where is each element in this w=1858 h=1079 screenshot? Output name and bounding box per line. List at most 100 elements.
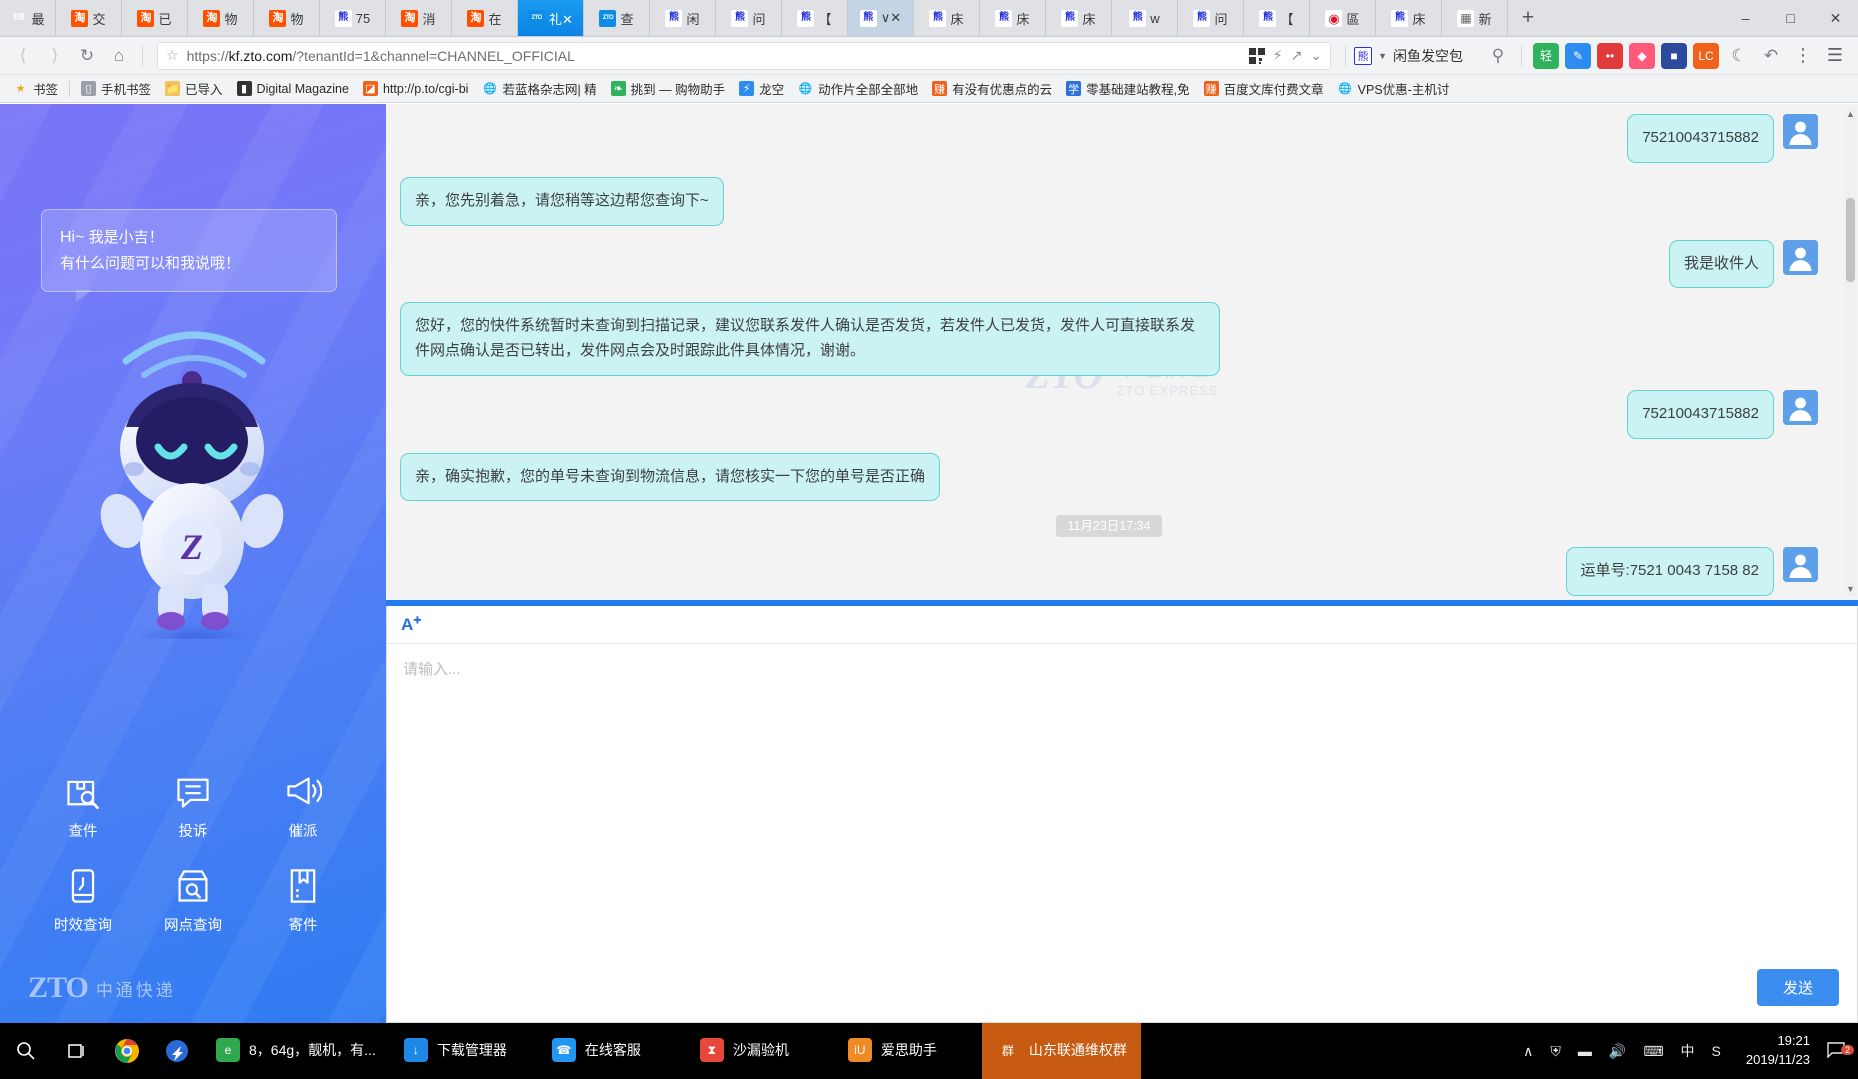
- navy-extension[interactable]: ■: [1661, 42, 1687, 69]
- new-tab-button[interactable]: +: [1508, 0, 1548, 36]
- quick-action-5[interactable]: 寄件: [284, 867, 322, 935]
- taskbar-task-0[interactable]: e 8，64g，靓机，有...: [202, 1023, 390, 1079]
- browser-tab-8[interactable]: 礼✕: [518, 0, 584, 36]
- quick-action-3[interactable]: 时效查询: [54, 867, 112, 935]
- taskbar-task-4[interactable]: iU 爱思助手: [834, 1023, 982, 1079]
- more-vertical-icon[interactable]: ⋮: [1788, 41, 1818, 71]
- chat-scroll-region[interactable]: ZTO 中通快递 ZTO EXPRESS 75210043715882亲，您先别…: [386, 104, 1858, 606]
- browser-tab-21[interactable]: 床: [1376, 0, 1442, 36]
- share-icon[interactable]: ↗: [1291, 47, 1303, 64]
- bookmark-item-2[interactable]: 📁 已导入: [158, 77, 230, 100]
- taskbar-task-3[interactable]: ⧗ 沙漏验机: [686, 1023, 834, 1079]
- blue-pen-extension[interactable]: ✎: [1565, 42, 1591, 69]
- profile-chip[interactable]: 熊 ▼ 闲鱼发空包: [1354, 46, 1463, 66]
- chat-scrollbar[interactable]: ▲ ▼: [1845, 108, 1856, 596]
- taskbar-task-2[interactable]: ☎ 在线客服: [538, 1023, 686, 1079]
- hamburger-menu-icon[interactable]: ☰: [1820, 41, 1850, 71]
- browser-tab-22[interactable]: 新: [1442, 0, 1508, 36]
- browser-tab-19[interactable]: 【: [1244, 0, 1310, 36]
- chevron-down-icon[interactable]: ⌄: [1310, 47, 1322, 64]
- browser-tab-2[interactable]: 已: [122, 0, 188, 36]
- sogou-icon[interactable]: S: [1705, 1043, 1728, 1059]
- browser-tab-17[interactable]: w: [1112, 0, 1178, 36]
- lc-extension[interactable]: LC: [1693, 42, 1719, 69]
- shield-icon[interactable]: ⛨: [1543, 1043, 1568, 1060]
- quick-action-2[interactable]: 催派: [284, 773, 323, 841]
- reload-icon[interactable]: ↻: [72, 41, 102, 71]
- send-button[interactable]: 发送: [1756, 969, 1839, 1006]
- bookmark-label: http://p.to/cgi-bi: [382, 81, 469, 96]
- quick-action-4[interactable]: 网点查询: [164, 867, 222, 935]
- browser-tab-3[interactable]: 物: [188, 0, 254, 36]
- browser-tab-20[interactable]: 區: [1310, 0, 1376, 36]
- browser-tab-6[interactable]: 消: [386, 0, 452, 36]
- browser-tab-14[interactable]: 床: [914, 0, 980, 36]
- browser-tab-18[interactable]: 问: [1178, 0, 1244, 36]
- volume-icon[interactable]: 🔊: [1602, 1043, 1633, 1060]
- qing-extension[interactable]: 轻: [1533, 42, 1559, 69]
- browser-tab-13[interactable]: ∨✕: [848, 0, 914, 36]
- window-maximize-button[interactable]: □: [1768, 0, 1813, 37]
- start-search-icon[interactable]: [0, 1023, 52, 1079]
- taskbar-task-1[interactable]: ↓ 下载管理器: [390, 1023, 538, 1079]
- task-view-icon[interactable]: [52, 1023, 102, 1079]
- qrcode-icon[interactable]: [1248, 47, 1265, 64]
- bookmark-item-7[interactable]: ⚡ 龙空: [732, 77, 791, 100]
- bookmark-item-0[interactable]: ★ 书签: [6, 77, 65, 100]
- window-close-button[interactable]: ✕: [1813, 0, 1858, 37]
- browser-tab-7[interactable]: 在: [452, 0, 518, 36]
- quick-action-1[interactable]: 投诉: [174, 773, 212, 841]
- bookmark-item-8[interactable]: 🌐 动作片全部全部地: [791, 77, 925, 100]
- taskbar-task-5[interactable]: 群山东联通维权群: [981, 1023, 1141, 1079]
- bookmark-item-5[interactable]: 🌐 若蓝格杂志网| 精: [475, 77, 603, 100]
- scroll-down-button[interactable]: ▼: [1845, 583, 1856, 596]
- browser-tab-12[interactable]: 【: [782, 0, 848, 36]
- browser-tab-label: 【: [818, 11, 832, 27]
- ime-chinese-icon[interactable]: 中: [1674, 1041, 1702, 1061]
- font-format-icon[interactable]: A✚: [401, 615, 422, 635]
- baidu-icon: [995, 9, 1013, 27]
- browser-tab-11[interactable]: 问: [716, 0, 782, 36]
- back-arrow-icon[interactable]: ⟨: [8, 41, 38, 71]
- thunder-icon[interactable]: [152, 1023, 202, 1079]
- browser-tab-4[interactable]: 物: [254, 0, 320, 36]
- browser-tab-5[interactable]: 75: [320, 0, 386, 36]
- red-dots-extension[interactable]: ••: [1597, 42, 1623, 69]
- notification-icon[interactable]: 2: [1820, 1040, 1858, 1063]
- browser-tab-15[interactable]: 床: [980, 0, 1046, 36]
- quick-action-0[interactable]: 查件: [64, 773, 102, 841]
- search-icon[interactable]: ⚲: [1483, 41, 1513, 71]
- moon-icon[interactable]: ☾: [1724, 41, 1754, 71]
- bookmark-item-1[interactable]: ▯ 手机书签: [74, 77, 158, 100]
- browser-tab-1[interactable]: 交: [56, 0, 122, 36]
- bookmark-item-4[interactable]: ◪ http://p.to/cgi-bi: [356, 79, 475, 98]
- home-icon[interactable]: ⌂: [104, 41, 134, 71]
- leaf-icon: ❧: [610, 81, 626, 96]
- chevron-up-icon[interactable]: ∧: [1516, 1043, 1540, 1060]
- bookmark-item-6[interactable]: ❧ 挑到 — 购物助手: [604, 77, 732, 100]
- taskbar-clock[interactable]: 19:21 2019/11/23: [1736, 1032, 1820, 1070]
- address-bar[interactable]: ☆ https://kf.zto.com/?tenantId=1&channel…: [157, 41, 1332, 70]
- browser-tab-0[interactable]: 08 最: [0, 0, 56, 36]
- battery-icon[interactable]: ▬: [1571, 1043, 1599, 1059]
- bookmark-item-9[interactable]: 赚有没有优惠点的云: [925, 77, 1059, 100]
- star-icon[interactable]: ☆: [166, 47, 179, 64]
- scrollbar-thumb[interactable]: [1846, 198, 1855, 282]
- lightning-icon[interactable]: ⚡: [1273, 47, 1283, 64]
- bookmark-item-12[interactable]: 🌐 VPS优惠-主机讨: [1331, 77, 1457, 100]
- scroll-up-button[interactable]: ▲: [1845, 108, 1856, 121]
- zto-logo-cn: 中通快递: [95, 981, 176, 1000]
- bookmark-item-10[interactable]: 学零基础建站教程,免: [1059, 77, 1196, 100]
- bookmark-item-11[interactable]: 赚百度文库付费文章: [1197, 77, 1331, 100]
- bookmark-item-3[interactable]: ▮ Digital Magazine: [230, 79, 356, 98]
- undo-icon[interactable]: ↶: [1756, 41, 1786, 71]
- pink-extension[interactable]: ◆: [1629, 42, 1655, 69]
- browser-tab-10[interactable]: 闲: [650, 0, 716, 36]
- chrome-icon[interactable]: [102, 1023, 152, 1079]
- forward-arrow-icon[interactable]: ⟩: [40, 41, 70, 71]
- keyboard-icon[interactable]: ⌨: [1636, 1043, 1670, 1060]
- window-minimize-button[interactable]: –: [1723, 0, 1768, 37]
- message-input[interactable]: 请输入...: [387, 644, 1857, 1022]
- browser-tab-9[interactable]: 查: [584, 0, 650, 36]
- browser-tab-16[interactable]: 床: [1046, 0, 1112, 36]
